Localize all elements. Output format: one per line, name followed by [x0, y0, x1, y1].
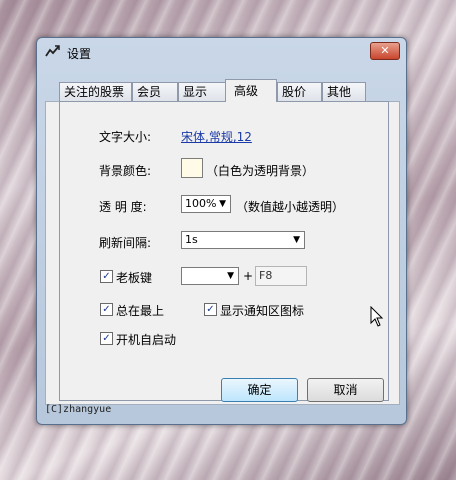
boss-key-label: 老板键	[116, 271, 153, 285]
tab-display[interactable]: 显示	[178, 82, 226, 101]
always-on-top-label: 总在最上	[116, 304, 165, 318]
tray-icon-label: 显示通知区图标	[220, 304, 305, 318]
font-picker-link[interactable]: 宋体,常规,12	[181, 128, 252, 145]
chevron-down-icon: ▼	[219, 199, 226, 209]
chevron-down-icon: ▼	[293, 235, 300, 245]
tab-other[interactable]: 其他	[322, 82, 366, 101]
window-title: 设置	[67, 47, 92, 61]
cancel-button[interactable]: 取消	[307, 378, 384, 402]
close-button[interactable]: ✕	[370, 42, 400, 60]
tab-advanced[interactable]: 高级	[225, 79, 277, 102]
bgcolor-label: 背景颜色:	[99, 164, 152, 178]
bgcolor-swatch[interactable]	[181, 158, 203, 178]
refresh-value: 1s	[185, 233, 198, 246]
settings-dialog: 设置 ✕ 关注的股票 会员 显示 高级 股价图 其他 文字大小: 宋体,常规,1…	[36, 37, 407, 425]
credit-text: [C]zhangyue	[45, 404, 112, 415]
opacity-select[interactable]: 100% ▼	[181, 195, 231, 213]
refresh-label: 刷新间隔:	[99, 236, 152, 250]
hotkey-value: F8	[259, 269, 273, 282]
bgcolor-hint: （白色为透明背景）	[206, 164, 315, 178]
title-bar[interactable]: 设置 ✕	[37, 38, 406, 66]
boss-key-checkbox[interactable]: ✓	[100, 270, 113, 283]
opacity-value: 100%	[185, 197, 217, 210]
tab-price-chart[interactable]: 股价图	[277, 82, 322, 118]
checkmark-icon: ✓	[102, 333, 111, 344]
ok-button[interactable]: 确定	[221, 378, 298, 402]
checkmark-icon: ✓	[102, 271, 111, 282]
tab-label: 会员	[137, 85, 162, 99]
mouse-cursor-icon	[370, 306, 384, 327]
checkmark-icon: ✓	[206, 304, 215, 315]
always-on-top-checkbox[interactable]: ✓	[100, 303, 113, 316]
autostart-label: 开机自启动	[116, 333, 177, 347]
refresh-select[interactable]: 1s ▼	[181, 231, 305, 249]
tab-label: 关注的股票	[64, 85, 125, 99]
close-icon: ✕	[380, 44, 390, 57]
tab-label: 显示	[183, 85, 208, 99]
tab-membership[interactable]: 会员	[132, 82, 178, 101]
plus-sign: +	[243, 269, 254, 283]
checkmark-icon: ✓	[102, 304, 111, 315]
autostart-checkbox[interactable]: ✓	[100, 332, 113, 345]
boss-key-hotkey-field[interactable]: F8	[255, 266, 307, 286]
tab-label: 其他	[327, 85, 352, 99]
font-size-label: 文字大小:	[99, 130, 152, 144]
stock-chart-icon	[45, 45, 60, 57]
advanced-panel: 文字大小: 宋体,常规,12 背景颜色: （白色为透明背景） 透 明 度: 10…	[59, 101, 389, 401]
tab-watched-stocks[interactable]: 关注的股票	[59, 82, 132, 101]
opacity-hint: （数值越小越透明）	[236, 200, 345, 214]
tray-icon-checkbox[interactable]: ✓	[204, 303, 217, 316]
opacity-label: 透 明 度:	[99, 200, 147, 214]
chevron-down-icon: ▼	[227, 271, 234, 281]
tab-label: 高级	[234, 84, 259, 98]
boss-key-modifier-select[interactable]: ▼	[181, 267, 239, 285]
